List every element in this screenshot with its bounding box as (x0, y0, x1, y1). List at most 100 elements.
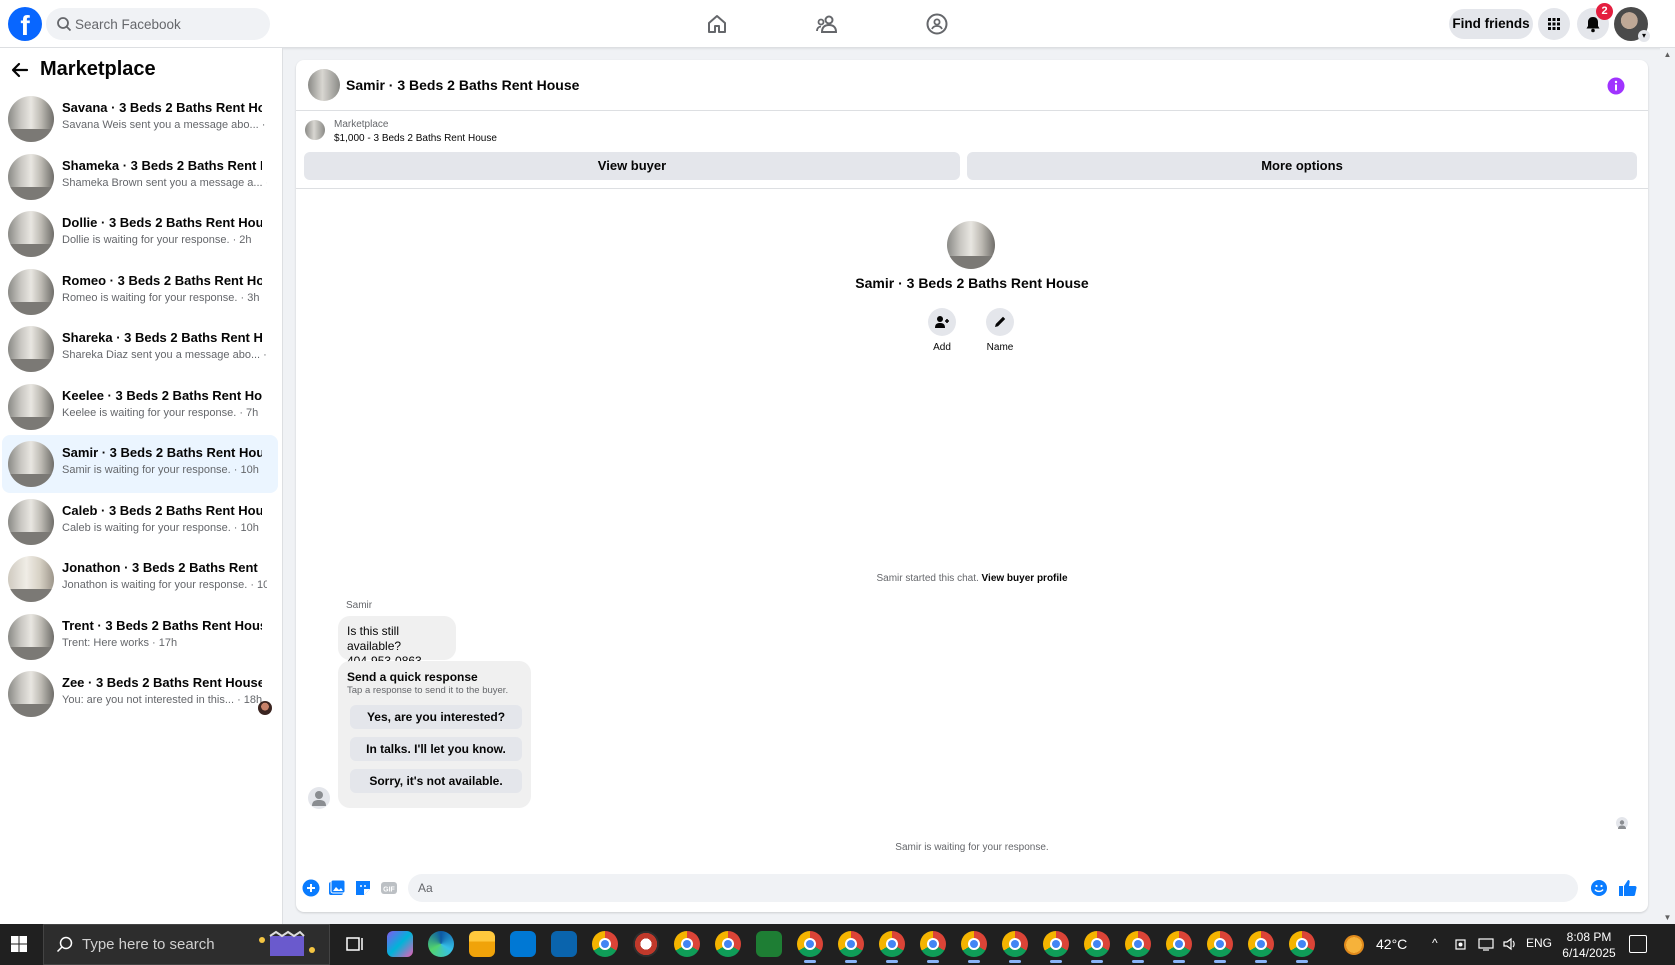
chrome-icon[interactable] (1043, 931, 1069, 963)
copilot-icon[interactable] (387, 931, 413, 957)
add-action[interactable]: Add (922, 308, 962, 353)
chrome-icon[interactable] (920, 931, 946, 963)
find-friends-button[interactable]: Find friends (1449, 9, 1533, 39)
conversation-item-dollie[interactable]: Dollie · 3 Beds 2 Baths Rent House Dollie… (2, 205, 278, 263)
app-icon[interactable] (633, 931, 659, 957)
weather-icon (1344, 935, 1364, 955)
conversation-item-shareka[interactable]: Shareka · 3 Beds 2 Baths Rent House Share… (2, 320, 278, 378)
more-options-button[interactable]: More options (967, 152, 1637, 180)
facebook-logo[interactable]: f (8, 7, 42, 41)
chrome-icon[interactable] (1248, 931, 1274, 963)
taskbar-search-box[interactable] (43, 924, 330, 965)
chrome-icon[interactable] (1289, 931, 1315, 963)
page-scrollbar[interactable]: ▲ ▼ (1660, 48, 1675, 924)
menu-button[interactable] (1538, 8, 1570, 40)
conversation-avatar (8, 383, 54, 430)
marketplace-sidebar: Marketplace Savana · 3 Beds 2 Baths Rent… (0, 48, 283, 924)
chrome-icon[interactable] (797, 931, 823, 963)
chrome-icon[interactable] (1084, 931, 1110, 963)
sheets-icon[interactable] (756, 931, 782, 957)
chrome-icon[interactable] (1166, 931, 1192, 963)
file-explorer-icon[interactable] (469, 931, 495, 957)
conversation-title: Zee · 3 Beds 2 Baths Rent House (62, 675, 262, 690)
conversation-item-savana[interactable]: Savana · 3 Beds 2 Baths Rent House Savana… (2, 90, 278, 148)
quick-response-in-talks-button[interactable]: In talks. I'll let you know. (350, 737, 522, 761)
conversation-title: Jonathon · 3 Beds 2 Baths Rent Ho... (62, 560, 262, 575)
quick-response-yes-button[interactable]: Yes, are you interested? (350, 705, 522, 729)
scroll-up-arrow-icon[interactable]: ▲ (1663, 50, 1672, 59)
conversation-item-trent[interactable]: Trent · 3 Beds 2 Baths Rent House Trent: … (2, 608, 278, 666)
chrome-icon[interactable] (961, 931, 987, 963)
view-buyer-profile-link[interactable]: View buyer profile (982, 573, 1068, 584)
language-indicator[interactable]: ENG (1526, 936, 1552, 950)
conversation-item-jonathon[interactable]: Jonathon · 3 Beds 2 Baths Rent Ho... Jona… (2, 550, 278, 608)
conversation-item-zee[interactable]: Zee · 3 Beds 2 Baths Rent House You: are … (2, 665, 278, 723)
conversation-item-shameka[interactable]: Shameka · 3 Beds 2 Baths Rent Ho... Shame… (2, 148, 278, 206)
add-button[interactable] (928, 308, 956, 336)
thumbs-up-icon[interactable] (1618, 878, 1638, 898)
task-view-icon[interactable] (342, 931, 368, 957)
search-icon (56, 936, 73, 953)
clock-date: 6/14/2025 (1562, 946, 1616, 960)
conversation-avatar (8, 153, 54, 200)
emoji-icon[interactable] (1590, 879, 1608, 897)
taskbar-search-input[interactable] (82, 925, 252, 964)
name-button[interactable] (986, 308, 1014, 336)
listing-price-title: $1,000 - 3 Beds 2 Baths Rent House (334, 133, 497, 144)
chrome-icon[interactable] (1207, 931, 1233, 963)
sender-avatar[interactable] (308, 787, 330, 809)
conversation-subtitle: You: are you not interested in this... ·… (62, 694, 263, 706)
weather-widget[interactable]: 42°C (1344, 924, 1424, 965)
conversation-title: Caleb · 3 Beds 2 Baths Rent House (62, 502, 262, 518)
chrome-icon[interactable] (1125, 931, 1151, 963)
view-buyer-button[interactable]: View buyer (304, 152, 960, 180)
chevron-down-icon[interactable]: ▾ (1638, 30, 1650, 42)
conversation-subtitle: Jonathon is waiting for your response. ·… (62, 579, 267, 591)
message-input[interactable] (408, 874, 1578, 902)
gif-icon[interactable]: GIF (380, 879, 398, 897)
outlook-icon[interactable] (551, 931, 577, 957)
chrome-icon[interactable] (838, 931, 864, 963)
listing-row[interactable]: Marketplace $1,000 - 3 Beds 2 Baths Rent… (296, 112, 1648, 150)
plus-circle-icon[interactable] (302, 879, 320, 897)
network-icon[interactable] (1478, 937, 1494, 951)
chat-header-avatar[interactable] (308, 69, 340, 101)
groups-icon[interactable] (925, 12, 949, 36)
friends-icon[interactable] (815, 12, 839, 36)
clock[interactable]: 8:08 PM 6/14/2025 (1558, 929, 1620, 961)
scroll-down-arrow-icon[interactable]: ▼ (1663, 913, 1672, 922)
chrome-icon[interactable] (674, 931, 700, 957)
header-divider (296, 188, 1648, 189)
name-action[interactable]: Name (980, 308, 1020, 353)
edge-icon[interactable] (428, 931, 454, 957)
sticker-icon[interactable] (354, 879, 372, 897)
home-icon[interactable] (705, 12, 729, 36)
back-arrow-icon[interactable] (10, 60, 30, 80)
chevron-up-icon[interactable]: ^ (1432, 936, 1438, 950)
chrome-icon[interactable] (879, 931, 905, 963)
quick-response-sorry-button[interactable]: Sorry, it's not available. (350, 769, 522, 793)
conversation-item-samir[interactable]: Samir · 3 Beds 2 Baths Rent House Samir i… (2, 435, 278, 493)
photo-icon[interactable] (328, 879, 346, 897)
chrome-icon[interactable] (715, 931, 741, 957)
conversation-avatar (8, 326, 54, 372)
info-icon[interactable] (1607, 77, 1625, 95)
search-box[interactable] (46, 8, 270, 40)
conversation-item-romeo[interactable]: Romeo · 3 Beds 2 Baths Rent House Romeo i… (2, 263, 278, 321)
buyer-avatar[interactable] (947, 221, 995, 269)
start-button[interactable] (0, 924, 38, 965)
search-highlight-icon (259, 930, 315, 956)
conversation-item-keelee[interactable]: Keelee · 3 Beds 2 Baths Rent House Keelee… (2, 378, 278, 436)
search-input[interactable] (75, 8, 255, 40)
search-icon (57, 17, 72, 32)
conversation-item-caleb[interactable]: Caleb · 3 Beds 2 Baths Rent House Caleb i… (2, 493, 278, 551)
volume-icon[interactable] (1502, 937, 1518, 951)
chrome-icon[interactable] (1002, 931, 1028, 963)
chrome-icon[interactable] (592, 931, 618, 957)
notification-center-icon[interactable] (1629, 935, 1647, 953)
grid-menu-icon (1548, 18, 1560, 30)
facebook-logo-letter: f (20, 10, 30, 41)
battery-icon[interactable] (1454, 937, 1468, 951)
store-icon[interactable] (510, 931, 536, 957)
chat-header-title[interactable]: Samir · 3 Beds 2 Baths Rent House (346, 77, 579, 93)
